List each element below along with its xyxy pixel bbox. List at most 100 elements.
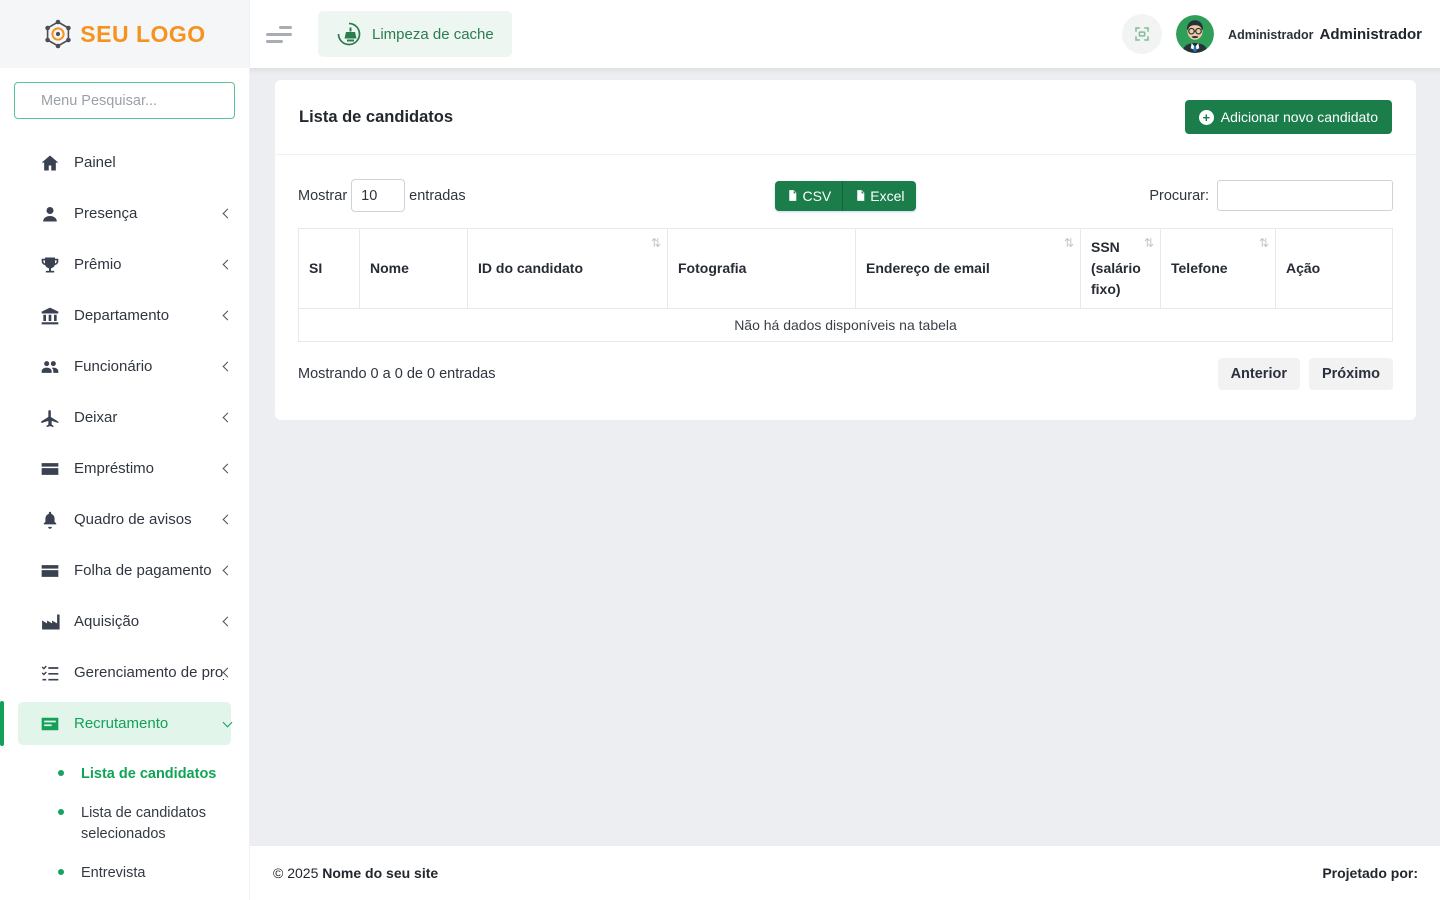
previous-page-button[interactable]: Anterior xyxy=(1218,358,1300,390)
page-footer: © 2025 Nome do seu site Projetado por: xyxy=(250,845,1440,900)
designed-by: Projetado por: xyxy=(1322,865,1418,881)
table-search-input[interactable] xyxy=(1217,180,1393,211)
tasks-icon xyxy=(40,663,60,683)
add-candidate-button[interactable]: + Adicionar novo candidato xyxy=(1185,100,1392,134)
sidebar-item-recrutamento[interactable]: Recrutamento xyxy=(0,698,249,749)
sidebar-item-departamento[interactable]: Departamento xyxy=(0,290,249,341)
credit-card-icon xyxy=(40,561,60,581)
sidebar-item-aquisicao[interactable]: Aquisição xyxy=(0,596,249,647)
chevron-icon xyxy=(223,717,233,727)
sidebar-item-quadro-de-avisos[interactable]: Quadro de avisos xyxy=(0,494,249,545)
column-header-label: Fotografia xyxy=(678,260,746,276)
page-title: Lista de candidatos xyxy=(299,108,453,127)
excel-file-icon xyxy=(854,189,867,202)
sidebar-item-label: Funcionário xyxy=(74,358,224,375)
user-menu[interactable]: Administrador Administrador xyxy=(1228,26,1422,43)
plane-icon xyxy=(40,408,60,428)
app-window: SEU LOGO Painel Presença Prêmio Departam… xyxy=(0,0,1440,900)
column-header-telefone[interactable]: Telefone ⇅ xyxy=(1161,229,1276,309)
sidebar-subitem-label: Entrevista xyxy=(81,863,145,884)
plus-circle-icon: + xyxy=(1199,110,1214,125)
sidebar-item-label: Deixar xyxy=(74,409,224,426)
export-excel-button[interactable]: Excel xyxy=(843,181,915,211)
column-header-label: Nome xyxy=(370,260,409,276)
column-header-label: Telefone xyxy=(1171,260,1228,276)
sidebar-item-painel[interactable]: Painel xyxy=(0,137,249,188)
candidates-table: SI Nome ID do candidato ⇅ Fotografia End… xyxy=(298,228,1393,342)
column-header-label: SSN (salário fixo) xyxy=(1091,239,1141,297)
sidebar-item-folha-de-pagamento[interactable]: Folha de pagamento xyxy=(0,545,249,596)
column-header-label: ID do candidato xyxy=(478,260,583,276)
sidebar-item-deixar[interactable]: Deixar xyxy=(0,392,249,443)
page-length-control: Mostrar entradas xyxy=(298,179,775,212)
export-excel-label: Excel xyxy=(870,188,904,204)
user-icon xyxy=(40,204,60,224)
credit-card-icon xyxy=(40,459,60,479)
industry-icon xyxy=(40,612,60,632)
export-csv-button[interactable]: CSV xyxy=(775,181,843,211)
bullet-icon xyxy=(58,770,64,776)
topbar-right: Administrador Administrador xyxy=(1122,14,1422,54)
column-header-acao[interactable]: Ação xyxy=(1276,229,1393,309)
column-header-ssn-salario-fixo-[interactable]: SSN (salário fixo) ⇅ xyxy=(1081,229,1161,309)
logo[interactable]: SEU LOGO xyxy=(0,0,249,68)
fullscreen-button[interactable] xyxy=(1122,14,1162,54)
column-header-endereco-de-email[interactable]: Endereço de email ⇅ xyxy=(856,229,1081,309)
table-controls: Mostrar entradas CSV Excel xyxy=(298,179,1393,212)
chevron-icon xyxy=(223,617,233,627)
sort-icon: ⇅ xyxy=(1259,234,1269,252)
sidebar-item-funcionario[interactable]: Funcionário xyxy=(0,341,249,392)
menu-search-input[interactable] xyxy=(14,82,235,119)
column-header-nome[interactable]: Nome xyxy=(360,229,468,309)
column-header-fotografia[interactable]: Fotografia xyxy=(668,229,856,309)
site-name: Nome do seu site xyxy=(322,865,438,881)
sidebar-item-label: Gerenciamento de projeto xyxy=(74,664,224,681)
bell-icon xyxy=(40,510,60,530)
chevron-icon xyxy=(223,413,233,423)
sidebar-item-emprestimo[interactable]: Empréstimo xyxy=(0,443,249,494)
broom-icon xyxy=(336,21,362,47)
entries-select[interactable] xyxy=(351,179,405,212)
logo-hex-icon xyxy=(43,19,73,49)
sidebar-subitem-lista-de-candidatos[interactable]: Lista de candidatos xyxy=(0,755,249,794)
sidebar-subitem-label: Lista de candidatos selecionados xyxy=(81,803,235,845)
sidebar-item-gerenciamento-de-projeto[interactable]: Gerenciamento de projeto xyxy=(0,647,249,698)
table-header-row: SI Nome ID do candidato ⇅ Fotografia End… xyxy=(299,229,1393,309)
chevron-icon xyxy=(223,209,233,219)
export-buttons: CSV Excel xyxy=(775,181,915,211)
entries-label: entradas xyxy=(409,188,465,204)
sidebar-item-label: Recrutamento xyxy=(74,715,224,732)
sidebar-toggle-icon[interactable] xyxy=(266,26,292,43)
sidebar-item-label: Presença xyxy=(74,205,224,222)
sidebar: SEU LOGO Painel Presença Prêmio Departam… xyxy=(0,0,250,900)
pagination-info: Mostrando 0 a 0 de 0 entradas xyxy=(298,366,496,382)
sidebar-item-presenca[interactable]: Presença xyxy=(0,188,249,239)
sidebar-subitem-entrevista[interactable]: Entrevista xyxy=(0,854,249,893)
chevron-icon xyxy=(223,668,233,678)
chevron-icon xyxy=(223,362,233,372)
table-footer: Mostrando 0 a 0 de 0 entradas Anterior P… xyxy=(298,358,1393,390)
column-header-id-do-candidato[interactable]: ID do candidato ⇅ xyxy=(468,229,668,309)
fullscreen-icon xyxy=(1133,25,1151,43)
csv-file-icon xyxy=(786,189,799,202)
column-header-label: SI xyxy=(309,260,322,276)
avatar[interactable] xyxy=(1176,15,1214,53)
sidebar-item-label: Empréstimo xyxy=(74,460,224,477)
table-list-icon xyxy=(40,714,60,734)
users-icon xyxy=(40,357,60,377)
topbar: Limpeza de cache xyxy=(250,0,1440,68)
sidebar-item-premio[interactable]: Prêmio xyxy=(0,239,249,290)
table-empty-row: Não há dados disponíveis na tabela xyxy=(299,309,1393,342)
home-icon xyxy=(40,153,60,173)
card-header: Lista de candidatos + Adicionar novo can… xyxy=(275,80,1416,155)
user-role: Administrador xyxy=(1228,28,1313,42)
clear-cache-button[interactable]: Limpeza de cache xyxy=(318,11,512,57)
bullet-icon xyxy=(58,809,64,815)
sort-icon: ⇅ xyxy=(1064,234,1074,252)
next-page-button[interactable]: Próximo xyxy=(1309,358,1393,390)
sidebar-submenu: Lista de candidatos Lista de candidatos … xyxy=(0,749,249,897)
column-header-si[interactable]: SI xyxy=(299,229,360,309)
sidebar-subitem-lista-de-candidatos-selecionados[interactable]: Lista de candidatos selecionados xyxy=(0,794,249,854)
sidebar-item-label: Quadro de avisos xyxy=(74,511,224,528)
show-label: Mostrar xyxy=(298,188,347,204)
